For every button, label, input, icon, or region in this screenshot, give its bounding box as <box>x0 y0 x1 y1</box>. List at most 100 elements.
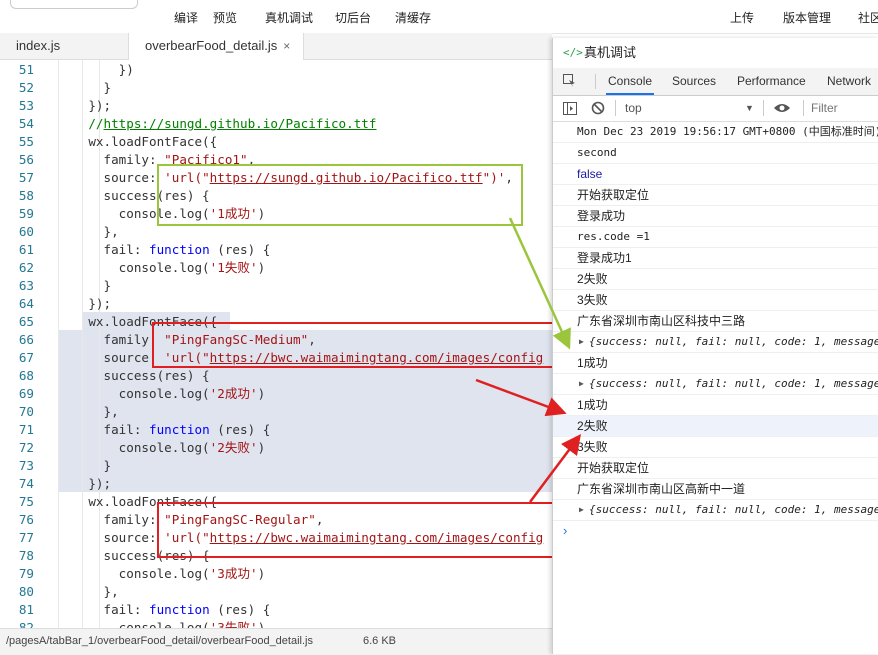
console-object-entry[interactable]: ▶ {success: null, fail: null, code: 1, me… <box>553 500 878 521</box>
devtools-tabs: Console Sources Performance Network <box>553 68 878 96</box>
version-button[interactable]: 版本管理 <box>783 9 831 26</box>
code-line: 62 console.log('1失败') <box>0 259 552 277</box>
code-line: 59 console.log('1成功') <box>0 205 552 223</box>
code-line: 81 fail: function (res) { <box>0 601 552 619</box>
code-line: 54 //https://sungd.github.io/Pacifico.tt… <box>0 115 552 133</box>
line-number: 61 <box>18 242 34 257</box>
inspect-element-icon[interactable] <box>563 74 576 87</box>
code-text: family: "Pacifico1", <box>58 152 256 167</box>
code-text: success(res) { <box>58 548 210 563</box>
code-text: console.log('2成功') <box>58 386 266 401</box>
preview-button[interactable]: 预览 <box>213 9 237 26</box>
code-text: console.log('2失败') <box>58 440 266 455</box>
tab-overbearfood-detail-js[interactable]: overbearFood_detail.js × <box>128 33 304 60</box>
clear-console-icon[interactable] <box>591 101 605 118</box>
console-toolbar: top ▼ <box>553 96 878 122</box>
line-number: 68 <box>18 368 34 383</box>
console-object-entry[interactable]: ▶ {success: null, fail: null, code: 1, me… <box>553 332 878 353</box>
tab-performance[interactable]: Performance <box>737 68 806 95</box>
line-number: 66 <box>18 332 34 347</box>
eye-icon[interactable] <box>773 102 791 117</box>
sidebar-toggle-icon[interactable] <box>563 102 577 118</box>
tab-console[interactable]: Console <box>606 68 655 95</box>
divider <box>803 100 804 116</box>
console-log-entry: 登录成功1 <box>553 248 878 269</box>
console-log-entry: 2失败 <box>553 416 878 437</box>
tab-label: overbearFood_detail.js <box>145 38 278 53</box>
upload-button[interactable]: 上传 <box>730 9 754 26</box>
divider <box>595 74 596 89</box>
code-text: console.log('3成功') <box>58 566 266 581</box>
code-line: 76 family: "PingFangSC-Regular", <box>0 511 552 529</box>
line-number: 55 <box>18 134 34 149</box>
code-brackets-icon: </> <box>563 46 583 59</box>
editor-tabs: index.js overbearFood_detail.js × <box>0 33 552 60</box>
line-number: 75 <box>18 494 34 509</box>
code-text: source: 'url("https://sungd.github.io/Pa… <box>58 170 513 185</box>
console-log-entry: 开始获取定位 <box>553 185 878 206</box>
line-number: 69 <box>18 386 34 401</box>
console-log-entry: 2失败 <box>553 269 878 290</box>
code-text: success(res) { <box>58 188 210 203</box>
line-number: 59 <box>18 206 34 221</box>
line-number: 74 <box>18 476 34 491</box>
remote-debug-button[interactable]: 真机调试 <box>265 9 313 26</box>
code-text: console.log('1失败') <box>58 260 266 275</box>
code-line: 75 wx.loadFontFace({ <box>0 493 552 511</box>
line-number: 60 <box>18 224 34 239</box>
line-number: 63 <box>18 278 34 293</box>
file-path: /pagesA/tabBar_1/overbearFood_detail/ove… <box>6 635 313 647</box>
expand-triangle-icon[interactable]: ▶ <box>579 332 584 352</box>
tab-sources[interactable]: Sources <box>672 68 716 95</box>
console-log-entry: 1成功 <box>553 395 878 416</box>
main-toolbar: 编译 预览 真机调试 切后台 清缓存 上传 版本管理 社区 <box>0 0 878 34</box>
code-text: family: "PingFangSC-Regular", <box>58 512 324 527</box>
console-log-entry: false <box>553 164 878 185</box>
line-number: 51 <box>18 62 34 77</box>
code-line: 68 success(res) { <box>0 367 552 385</box>
code-line: 67 source: 'url("https://bwc.waimaimingt… <box>0 349 552 367</box>
console-filter-input[interactable] <box>809 98 878 118</box>
expand-triangle-icon[interactable]: ▶ <box>579 374 584 394</box>
compile-button[interactable]: 编译 <box>174 9 198 26</box>
community-button[interactable]: 社区 <box>858 9 878 26</box>
line-number: 53 <box>18 98 34 113</box>
code-line: 78 success(res) { <box>0 547 552 565</box>
console-prompt[interactable]: › <box>553 521 878 541</box>
line-number: 82 <box>18 620 34 628</box>
code-line: 71 fail: function (res) { <box>0 421 552 439</box>
code-text: //https://sungd.github.io/Pacifico.ttf <box>88 116 377 131</box>
line-number: 54 <box>18 116 34 131</box>
code-text: fail: function (res) { <box>58 242 271 257</box>
console-object-entry[interactable]: ▶ {success: null, fail: null, code: 1, me… <box>553 374 878 395</box>
devtools-panel: </> 真机调试 Console Sources Performance Net… <box>552 38 878 654</box>
chevron-down-icon[interactable]: ▼ <box>745 96 754 120</box>
close-icon[interactable]: × <box>283 39 290 53</box>
console-object-text: {success: null, fail: null, code: 1, mes… <box>589 377 878 390</box>
code-text: wx.loadFontFace({ <box>58 314 218 329</box>
background-button[interactable]: 切后台 <box>335 9 371 26</box>
code-line: 55 wx.loadFontFace({ <box>0 133 552 151</box>
code-text: }); <box>58 476 112 491</box>
code-text: }); <box>58 296 112 311</box>
line-number: 81 <box>18 602 34 617</box>
line-number: 67 <box>18 350 34 365</box>
code-text: success(res) { <box>58 368 210 383</box>
line-number: 64 <box>18 296 34 311</box>
toolbar-dropdown[interactable] <box>10 0 138 9</box>
context-select[interactable]: top <box>625 96 642 120</box>
console-log-entry: 登录成功 <box>553 206 878 227</box>
code-line: 60 }, <box>0 223 552 241</box>
code-text: source: 'url("https://bwc.waimaimingtang… <box>58 530 544 545</box>
tab-index-js[interactable]: index.js <box>16 33 60 59</box>
clear-cache-button[interactable]: 清缓存 <box>395 9 431 26</box>
code-line: 64 }); <box>0 295 552 313</box>
code-text: console.log('1成功') <box>58 206 266 221</box>
tab-network[interactable]: Network <box>827 68 871 95</box>
expand-triangle-icon[interactable]: ▶ <box>579 500 584 520</box>
line-number: 72 <box>18 440 34 455</box>
file-size: 6.6 KB <box>363 635 397 647</box>
code-line: 58 success(res) { <box>0 187 552 205</box>
line-number: 80 <box>18 584 34 599</box>
code-editor[interactable]: 51 }) 52 } 53 }); 54 //https://sungd.github… <box>0 60 552 628</box>
